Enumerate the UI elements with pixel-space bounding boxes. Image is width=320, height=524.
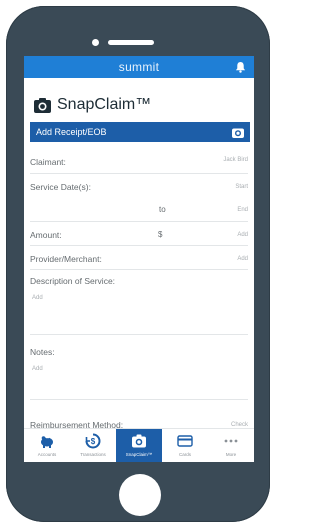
tab-more[interactable]: More bbox=[208, 429, 254, 462]
home-button[interactable] bbox=[119, 474, 161, 516]
app-screen: summit SnapClaim™ Add Receipt/EOB Claima… bbox=[24, 56, 254, 462]
camera-icon bbox=[34, 97, 51, 113]
refresh-dollar-icon: $ bbox=[85, 433, 101, 449]
tab-accounts-label: Accounts bbox=[37, 452, 57, 457]
end-date-input[interactable]: End bbox=[237, 207, 248, 213]
notes-input[interactable]: Add bbox=[32, 366, 43, 372]
camera-dot bbox=[92, 39, 99, 46]
card-icon bbox=[177, 435, 193, 447]
camera-icon bbox=[232, 128, 244, 138]
tab-cards[interactable]: Cards bbox=[162, 429, 208, 462]
tab-transactions-label: Transactions bbox=[80, 452, 106, 457]
amount-label: Amount: bbox=[30, 230, 62, 240]
notes-label: Notes: bbox=[30, 347, 55, 357]
bell-icon[interactable] bbox=[235, 61, 246, 73]
tab-more-label: More bbox=[225, 452, 237, 457]
description-label: Description of Service: bbox=[30, 276, 116, 286]
claimant-value: Jack Bird bbox=[223, 157, 248, 163]
tab-transactions[interactable]: $ Transactions bbox=[70, 429, 116, 462]
page-title: SnapClaim™ bbox=[57, 96, 152, 113]
provider-field[interactable]: Provider/Merchant: Add bbox=[30, 246, 248, 270]
speaker-grille bbox=[108, 40, 154, 45]
claimant-field[interactable]: Claimant: Jack Bird bbox=[30, 148, 248, 174]
camera-icon bbox=[132, 434, 146, 448]
claimant-label: Claimant: bbox=[30, 157, 66, 167]
app-bar: summit bbox=[24, 56, 254, 78]
tab-accounts[interactable]: Accounts bbox=[24, 429, 70, 462]
add-receipt-label: Add Receipt/EOB bbox=[36, 127, 107, 137]
amount-input[interactable]: Add bbox=[237, 232, 248, 238]
more-dots-icon bbox=[224, 439, 238, 443]
page-header: SnapClaim™ bbox=[24, 78, 254, 118]
currency-symbol: $ bbox=[158, 230, 163, 239]
notes-field[interactable]: Notes: Add bbox=[30, 335, 248, 400]
svg-text:$: $ bbox=[91, 437, 96, 446]
service-dates-field: Service Date(s): Start to End bbox=[30, 174, 248, 222]
amount-field[interactable]: Amount: $ Add bbox=[30, 222, 248, 246]
brand-name: summit bbox=[118, 60, 160, 74]
start-date-input[interactable]: Start bbox=[235, 184, 248, 190]
provider-input[interactable]: Add bbox=[237, 256, 248, 262]
piggy-bank-icon bbox=[41, 436, 53, 448]
provider-label: Provider/Merchant: bbox=[30, 254, 102, 264]
service-dates-label: Service Date(s): bbox=[30, 182, 91, 192]
phone-frame: summit SnapClaim™ Add Receipt/EOB Claima… bbox=[6, 6, 270, 522]
description-input[interactable]: Add bbox=[32, 295, 43, 301]
tab-snapclaim[interactable]: SnapClaim™ bbox=[116, 429, 162, 462]
description-field[interactable]: Description of Service: Add bbox=[30, 270, 248, 335]
bottom-tab-bar: Accounts $ Transactions SnapClaim™ Cards… bbox=[24, 428, 254, 462]
tab-cards-label: Cards bbox=[178, 452, 191, 457]
reimbursement-field[interactable]: Reimbursement Method: Check bbox=[30, 400, 248, 430]
date-separator: to bbox=[159, 205, 166, 214]
add-receipt-button[interactable]: Add Receipt/EOB bbox=[30, 122, 250, 142]
tab-snapclaim-label: SnapClaim™ bbox=[125, 452, 153, 457]
